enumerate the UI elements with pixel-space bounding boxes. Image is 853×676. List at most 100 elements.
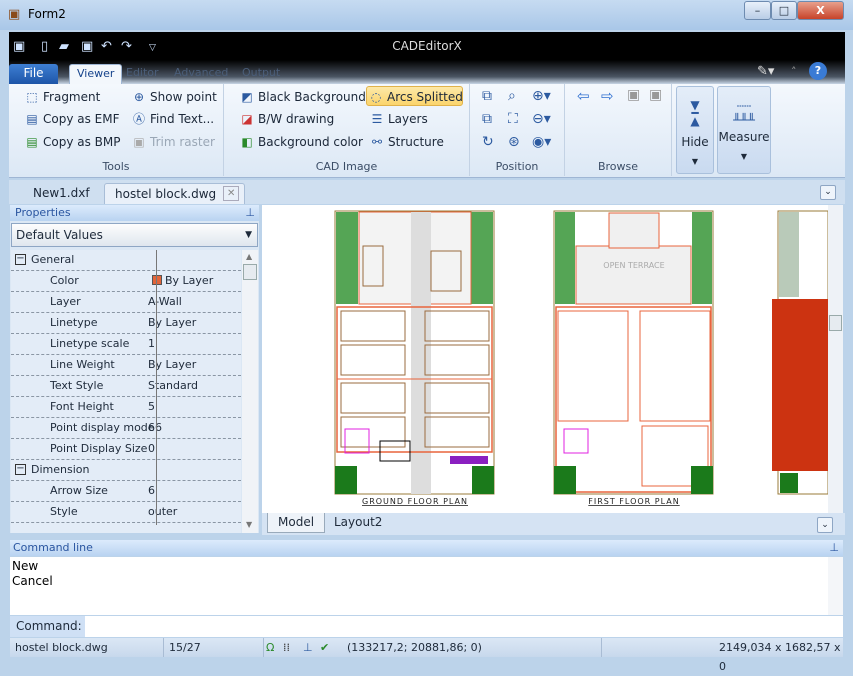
bw-drawing-button[interactable]: ◪ B/W drawing — [238, 109, 334, 129]
property-row[interactable]: Linetype scale 1 — [11, 334, 241, 355]
pin-icon[interactable]: ⊥ — [245, 205, 255, 221]
grid-icon[interactable]: ⁞⁞ — [283, 638, 290, 657]
help-icon[interactable]: ? — [809, 62, 827, 80]
property-value[interactable]: 5 — [148, 397, 155, 417]
save-icon[interactable]: ▣ — [81, 39, 93, 54]
command-scrollbar[interactable] — [828, 557, 843, 615]
collapse-icon[interactable]: − — [15, 464, 26, 475]
group-label: Tools — [102, 160, 130, 173]
zoom-extents-icon[interactable]: ⊛ — [508, 134, 520, 150]
properties-scrollbar[interactable]: ▲ ▼ — [242, 250, 258, 533]
ground-floor-label: GROUND FLOOR PLAN — [362, 497, 468, 506]
property-value[interactable]: A-Wall — [148, 292, 182, 312]
tab-model[interactable]: Model — [267, 513, 326, 533]
polar-icon[interactable]: ✔ — [320, 638, 329, 657]
property-row[interactable]: Point Display Size 0 — [11, 439, 241, 460]
tab-layout2[interactable]: Layout2 — [334, 513, 382, 531]
property-category[interactable]: − General — [11, 250, 241, 271]
property-row[interactable]: Line Weight By Layer — [11, 355, 241, 376]
app-menu-icon[interactable]: ▣ — [13, 39, 25, 54]
property-name: Point Display Size — [50, 442, 148, 455]
doc-tab-hostel-block[interactable]: hostel block.dwg ✕ — [104, 183, 246, 204]
arcs-splitted-button[interactable]: ◌ Arcs Splitted — [366, 86, 463, 106]
minimize-button[interactable]: – — [744, 1, 771, 20]
collapse-icon[interactable]: − — [15, 254, 26, 265]
rotate-3d-icon[interactable]: ↻ — [482, 134, 494, 150]
property-row[interactable]: Color By Layer — [11, 271, 241, 292]
tab-file[interactable]: File — [9, 64, 58, 84]
property-value[interactable]: 6 — [148, 481, 155, 501]
first-floor-plan: OPEN TERRACE — [553, 210, 714, 495]
copy-bmp-button[interactable]: ▤ Copy as BMP — [23, 132, 120, 152]
tab-list-icon[interactable]: ⌄ — [820, 185, 836, 200]
background-color-button[interactable]: ◧ Background color — [238, 132, 363, 152]
back-arrow-icon[interactable]: ⇦ — [577, 87, 590, 105]
property-row[interactable]: Text Style Standard — [11, 376, 241, 397]
group-label: Position — [495, 160, 539, 173]
undo-icon[interactable]: ↶ — [101, 39, 112, 54]
layout-list-icon[interactable]: ⌄ — [817, 517, 833, 533]
trim-raster-button[interactable]: ▣ Trim raster — [130, 132, 215, 152]
fit-icon[interactable]: ⛶ — [508, 111, 518, 127]
property-row[interactable]: Layer A-Wall — [11, 292, 241, 313]
mirror-icon[interactable]: ⧉ — [482, 111, 492, 127]
find-text-button[interactable]: Ⓐ Find Text... — [130, 109, 214, 129]
property-row[interactable]: Linetype By Layer — [11, 313, 241, 334]
tab-advanced[interactable]: Advanced — [167, 64, 235, 84]
history-line: New — [12, 559, 39, 573]
property-row[interactable]: Arrow Size 6 — [11, 481, 241, 502]
browse-icon-1[interactable]: ▣ — [627, 87, 640, 103]
new-file-icon[interactable]: ▯ — [41, 39, 48, 54]
properties-combo[interactable]: Default Values ▼ — [11, 223, 258, 247]
canvas-vertical-scrollbar[interactable] — [828, 205, 843, 513]
zoom-options-icon[interactable]: ◉▾ — [532, 134, 551, 150]
structure-button[interactable]: ⚯ Structure — [368, 132, 444, 152]
drawing-canvas[interactable]: OPEN TERRACE GROUND FLOOR PLAN FIRST FLO… — [262, 205, 828, 513]
browse-icon-2[interactable]: ▣ — [649, 87, 662, 103]
snap-icon[interactable]: Ω — [266, 638, 274, 657]
close-tab-icon[interactable]: ✕ — [223, 186, 240, 201]
fragment-button[interactable]: ⬚ Fragment — [23, 87, 100, 107]
layers-button[interactable]: ☰ Layers — [368, 109, 428, 129]
property-row[interactable]: Point display mode 66 — [11, 418, 241, 439]
property-value[interactable]: By Layer — [148, 271, 213, 291]
forward-arrow-icon[interactable]: ⇨ — [601, 87, 614, 105]
tab-output[interactable]: Output — [235, 64, 287, 84]
close-button[interactable]: X — [797, 1, 844, 20]
tab-viewer[interactable]: Viewer — [69, 64, 123, 84]
ortho-icon[interactable]: ⊥ — [303, 638, 313, 657]
maximize-button[interactable]: □ — [771, 1, 797, 20]
property-category[interactable]: − Dimension — [11, 460, 241, 481]
show-point-button[interactable]: ⊕ Show point — [130, 87, 217, 107]
measure-button[interactable]: ┄┄ ╨╨╨ Measure ▼ — [717, 86, 771, 174]
property-value[interactable]: 66 — [148, 418, 162, 438]
scroll-thumb[interactable] — [829, 315, 842, 331]
zoom-in-icon[interactable]: ⊕▾ — [532, 88, 551, 104]
zoom-out-icon[interactable]: ⊖▾ — [532, 111, 551, 127]
property-value[interactable]: outer — [148, 502, 177, 522]
property-row[interactable]: Font Height 5 — [11, 397, 241, 418]
zoom-window-icon[interactable]: ⌕ — [508, 88, 516, 104]
style-icon[interactable]: ✎▾ — [757, 64, 774, 79]
customize-qat-icon[interactable]: ▽ — [149, 43, 156, 53]
black-background-button[interactable]: ◩ Black Background — [238, 87, 366, 107]
doc-tab-new1[interactable]: New1.dxf — [23, 183, 100, 204]
rotate-icon[interactable]: ⧉ — [482, 88, 492, 104]
window-title: Form2 — [28, 7, 66, 21]
tab-editor[interactable]: Editor — [119, 64, 166, 84]
redo-icon[interactable]: ↷ — [121, 39, 132, 54]
property-value[interactable]: 1 — [148, 334, 155, 354]
document-tabs: New1.dxf hostel block.dwg ✕ ⌄ — [9, 180, 845, 204]
crosshair-icon: ⊕ — [133, 90, 145, 104]
property-row[interactable]: Style outer — [11, 502, 241, 523]
command-input[interactable] — [85, 616, 843, 637]
copy-emf-button[interactable]: ▤ Copy as EMF — [23, 109, 119, 129]
status-count: 15/27 — [164, 638, 264, 657]
scroll-thumb[interactable] — [243, 264, 257, 280]
pin-icon[interactable]: ⊥ — [829, 540, 839, 556]
hide-button[interactable]: ▼ ━ ▲ Hide ▼ — [676, 86, 714, 174]
property-name: Line Weight — [50, 358, 115, 371]
property-value[interactable]: 0 — [148, 439, 155, 459]
open-folder-icon[interactable]: ▰ — [59, 39, 69, 54]
minimize-ribbon-icon[interactable]: ˄ — [791, 65, 797, 78]
